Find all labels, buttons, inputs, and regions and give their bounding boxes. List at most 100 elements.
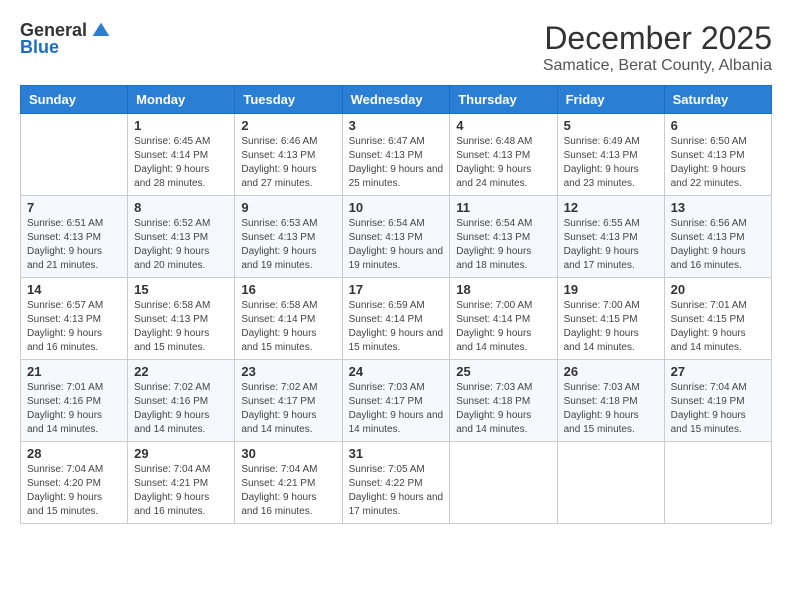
day-info: Sunrise: 6:59 AMSunset: 4:14 PMDaylight:… (349, 299, 444, 355)
calendar-cell: 11 Sunrise: 6:54 AMSunset: 4:13 PMDayligh… (450, 196, 557, 278)
day-info: Sunrise: 6:58 AMSunset: 4:14 PMDaylight:… (241, 299, 335, 355)
calendar-cell: 19Sunrise: 7:00 AMSunset: 4:15 PMDayligh… (557, 278, 664, 360)
day-number: 1 (134, 118, 228, 133)
day-number: 4 (456, 118, 550, 133)
weekday-header-tuesday: Tuesday (235, 86, 342, 114)
day-info: Sunrise: 6:54 AMSunset: 4:13 PMDaylight:… (349, 217, 444, 273)
day-info: Sunrise: 7:00 AMSunset: 4:14 PMDaylight:… (456, 299, 550, 355)
calendar-cell: 4 Sunrise: 6:48 AMSunset: 4:13 PMDaylight… (450, 114, 557, 196)
calendar-cell: 30 Sunrise: 7:04 AMSunset: 4:21 PMDayligh… (235, 442, 342, 524)
page-title: December 2025 (543, 20, 772, 57)
day-number: 26 (564, 364, 658, 379)
day-number: 6 (671, 118, 765, 133)
day-info: Sunrise: 6:47 AMSunset: 4:13 PMDaylight:… (349, 135, 444, 191)
calendar-cell: 12Sunrise: 6:55 AMSunset: 4:13 PMDayligh… (557, 196, 664, 278)
title-section: December 2025 Samatice, Berat County, Al… (543, 20, 772, 75)
day-info: Sunrise: 6:52 AMSunset: 4:13 PMDaylight:… (134, 217, 228, 273)
calendar-table: SundayMondayTuesdayWednesdayThursdayFrid… (20, 85, 772, 524)
day-info: Sunrise: 7:02 AMSunset: 4:17 PMDaylight:… (241, 381, 335, 437)
calendar-cell: 3 Sunrise: 6:47 AMSunset: 4:13 PMDaylight… (342, 114, 450, 196)
page-header: General Blue December 2025 Samatice, Ber… (20, 20, 772, 75)
calendar-cell (557, 442, 664, 524)
calendar-cell: 8 Sunrise: 6:52 AMSunset: 4:13 PMDaylight… (128, 196, 235, 278)
day-number: 27 (671, 364, 765, 379)
day-info: Sunrise: 6:49 AMSunset: 4:13 PMDaylight:… (564, 135, 658, 191)
calendar-cell: 26Sunrise: 7:03 AMSunset: 4:18 PMDayligh… (557, 360, 664, 442)
calendar-cell: 1 Sunrise: 6:45 AMSunset: 4:14 PMDaylight… (128, 114, 235, 196)
calendar-cell: 17Sunrise: 6:59 AMSunset: 4:14 PMDayligh… (342, 278, 450, 360)
day-number: 9 (241, 200, 335, 215)
page-subtitle: Samatice, Berat County, Albania (543, 57, 772, 75)
day-info: Sunrise: 6:54 AMSunset: 4:13 PMDaylight:… (456, 217, 550, 273)
logo-blue-text: Blue (20, 37, 59, 58)
day-info: Sunrise: 7:04 AMSunset: 4:21 PMDaylight:… (241, 463, 335, 519)
calendar-cell: 10 Sunrise: 6:54 AMSunset: 4:13 PMDayligh… (342, 196, 450, 278)
calendar-cell: 28 Sunrise: 7:04 AMSunset: 4:20 PMDayligh… (21, 442, 128, 524)
weekday-header-wednesday: Wednesday (342, 86, 450, 114)
weekday-header-sunday: Sunday (21, 86, 128, 114)
day-info: Sunrise: 6:46 AMSunset: 4:13 PMDaylight:… (241, 135, 335, 191)
day-info: Sunrise: 6:48 AMSunset: 4:13 PMDaylight:… (456, 135, 550, 191)
calendar-week-row: 1 Sunrise: 6:45 AMSunset: 4:14 PMDaylight… (21, 114, 772, 196)
day-info: Sunrise: 6:57 AMSunset: 4:13 PMDaylight:… (27, 299, 121, 355)
calendar-cell: 14 Sunrise: 6:57 AMSunset: 4:13 PMDayligh… (21, 278, 128, 360)
day-number: 24 (349, 364, 444, 379)
calendar-cell: 18Sunrise: 7:00 AMSunset: 4:14 PMDayligh… (450, 278, 557, 360)
day-number: 31 (349, 446, 444, 461)
day-number: 12 (564, 200, 658, 215)
calendar-cell: 7Sunrise: 6:51 AMSunset: 4:13 PMDaylight… (21, 196, 128, 278)
day-number: 14 (27, 282, 121, 297)
calendar-cell (664, 442, 771, 524)
day-info: Sunrise: 6:58 AMSunset: 4:13 PMDaylight:… (134, 299, 228, 355)
day-info: Sunrise: 6:50 AMSunset: 4:13 PMDaylight:… (671, 135, 765, 191)
weekday-header-monday: Monday (128, 86, 235, 114)
day-number: 8 (134, 200, 228, 215)
day-info: Sunrise: 6:45 AMSunset: 4:14 PMDaylight:… (134, 135, 228, 191)
day-number: 20 (671, 282, 765, 297)
day-info: Sunrise: 7:04 AMSunset: 4:20 PMDaylight:… (27, 463, 121, 519)
logo-icon (91, 21, 111, 41)
day-number: 30 (241, 446, 335, 461)
calendar-week-row: 7Sunrise: 6:51 AMSunset: 4:13 PMDaylight… (21, 196, 772, 278)
day-info: Sunrise: 7:04 AMSunset: 4:21 PMDaylight:… (134, 463, 228, 519)
calendar-cell: 5 Sunrise: 6:49 AMSunset: 4:13 PMDaylight… (557, 114, 664, 196)
calendar-cell: 23Sunrise: 7:02 AMSunset: 4:17 PMDayligh… (235, 360, 342, 442)
calendar-cell: 20 Sunrise: 7:01 AMSunset: 4:15 PMDayligh… (664, 278, 771, 360)
weekday-header-row: SundayMondayTuesdayWednesdayThursdayFrid… (21, 86, 772, 114)
logo: General Blue (20, 20, 111, 58)
day-number: 10 (349, 200, 444, 215)
day-number: 25 (456, 364, 550, 379)
day-number: 16 (241, 282, 335, 297)
day-number: 28 (27, 446, 121, 461)
calendar-cell (21, 114, 128, 196)
day-number: 11 (456, 200, 550, 215)
day-number: 21 (27, 364, 121, 379)
calendar-cell: 9 Sunrise: 6:53 AMSunset: 4:13 PMDaylight… (235, 196, 342, 278)
day-info: Sunrise: 7:05 AMSunset: 4:22 PMDaylight:… (349, 463, 444, 519)
day-number: 5 (564, 118, 658, 133)
calendar-cell: 16 Sunrise: 6:58 AMSunset: 4:14 PMDayligh… (235, 278, 342, 360)
calendar-cell: 6 Sunrise: 6:50 AMSunset: 4:13 PMDaylight… (664, 114, 771, 196)
day-number: 3 (349, 118, 444, 133)
day-info: Sunrise: 6:53 AMSunset: 4:13 PMDaylight:… (241, 217, 335, 273)
calendar-cell: 15 Sunrise: 6:58 AMSunset: 4:13 PMDayligh… (128, 278, 235, 360)
calendar-cell: 31 Sunrise: 7:05 AMSunset: 4:22 PMDayligh… (342, 442, 450, 524)
calendar-cell: 21 Sunrise: 7:01 AMSunset: 4:16 PMDayligh… (21, 360, 128, 442)
day-info: Sunrise: 7:02 AMSunset: 4:16 PMDaylight:… (134, 381, 228, 437)
day-number: 29 (134, 446, 228, 461)
calendar-week-row: 28 Sunrise: 7:04 AMSunset: 4:20 PMDayligh… (21, 442, 772, 524)
calendar-cell: 25Sunrise: 7:03 AMSunset: 4:18 PMDayligh… (450, 360, 557, 442)
calendar-cell (450, 442, 557, 524)
weekday-header-friday: Friday (557, 86, 664, 114)
calendar-cell: 27 Sunrise: 7:04 AMSunset: 4:19 PMDayligh… (664, 360, 771, 442)
calendar-cell: 22Sunrise: 7:02 AMSunset: 4:16 PMDayligh… (128, 360, 235, 442)
day-info: Sunrise: 7:04 AMSunset: 4:19 PMDaylight:… (671, 381, 765, 437)
day-info: Sunrise: 7:03 AMSunset: 4:17 PMDaylight:… (349, 381, 444, 437)
calendar-cell: 2Sunrise: 6:46 AMSunset: 4:13 PMDaylight… (235, 114, 342, 196)
calendar-week-row: 14 Sunrise: 6:57 AMSunset: 4:13 PMDayligh… (21, 278, 772, 360)
calendar-cell: 24 Sunrise: 7:03 AMSunset: 4:17 PMDayligh… (342, 360, 450, 442)
calendar-cell: 29 Sunrise: 7:04 AMSunset: 4:21 PMDayligh… (128, 442, 235, 524)
day-info: Sunrise: 7:01 AMSunset: 4:15 PMDaylight:… (671, 299, 765, 355)
day-info: Sunrise: 7:01 AMSunset: 4:16 PMDaylight:… (27, 381, 121, 437)
day-number: 15 (134, 282, 228, 297)
